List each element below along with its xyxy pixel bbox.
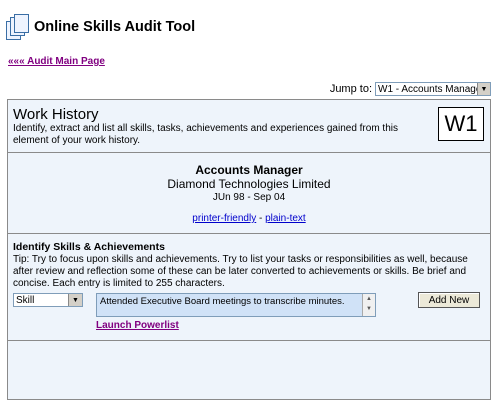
work-history-panel: Work History Identify, extract and list …	[7, 99, 491, 400]
skills-heading: Identify Skills & Achievements	[13, 241, 165, 253]
divider	[8, 340, 490, 341]
link-separator: -	[256, 213, 266, 224]
job-dates: JUn 98 - Sep 04	[212, 192, 286, 203]
scroll-down-icon[interactable]: ▼	[363, 304, 375, 314]
jump-to-select[interactable]: W1 - Accounts Manager ▼	[375, 82, 491, 96]
company-name: Diamond Technologies Limited	[167, 177, 331, 191]
chevron-down-icon[interactable]: ▼	[68, 294, 82, 306]
view-links: printer-friendly - plain-text	[8, 213, 490, 224]
launch-powerlist-link[interactable]: Launch Powerlist	[96, 320, 179, 331]
entry-type-select[interactable]: Skill ▼	[13, 293, 83, 307]
section-title: Work History	[13, 106, 99, 123]
jump-to-value: W1 - Accounts Manager	[378, 83, 477, 95]
documents-logo-icon	[6, 14, 29, 40]
plain-text-link[interactable]: plain-text	[265, 213, 306, 224]
audit-main-page-link[interactable]: ««« Audit Main Page	[8, 56, 105, 67]
entry-textarea[interactable]: Attended Executive Board meetings to tra…	[96, 293, 376, 317]
chevron-down-icon[interactable]: ▼	[476, 83, 490, 95]
jump-to-control: Jump to: W1 - Accounts Manager ▼	[330, 82, 491, 96]
jump-to-label: Jump to:	[329, 83, 372, 95]
job-title: Accounts Manager	[195, 163, 303, 177]
entry-type-value: Skill	[16, 294, 35, 306]
section-description: Identify, extract and list all skills, t…	[13, 123, 398, 146]
entry-text: Attended Executive Board meetings to tra…	[100, 296, 345, 307]
divider	[8, 152, 490, 153]
app-header: Online Skills Audit Tool	[6, 14, 195, 40]
tip-text: Tip: Try to focus upon skills and achiev…	[13, 254, 468, 289]
scroll-up-icon[interactable]: ▲	[363, 294, 375, 304]
section-badge: W1	[438, 107, 484, 141]
divider	[8, 233, 490, 234]
entry-scrollbar[interactable]: ▲ ▼	[362, 294, 375, 316]
app-title: Online Skills Audit Tool	[34, 19, 196, 35]
add-new-button[interactable]: Add New	[418, 292, 480, 308]
printer-friendly-link[interactable]: printer-friendly	[192, 213, 256, 224]
